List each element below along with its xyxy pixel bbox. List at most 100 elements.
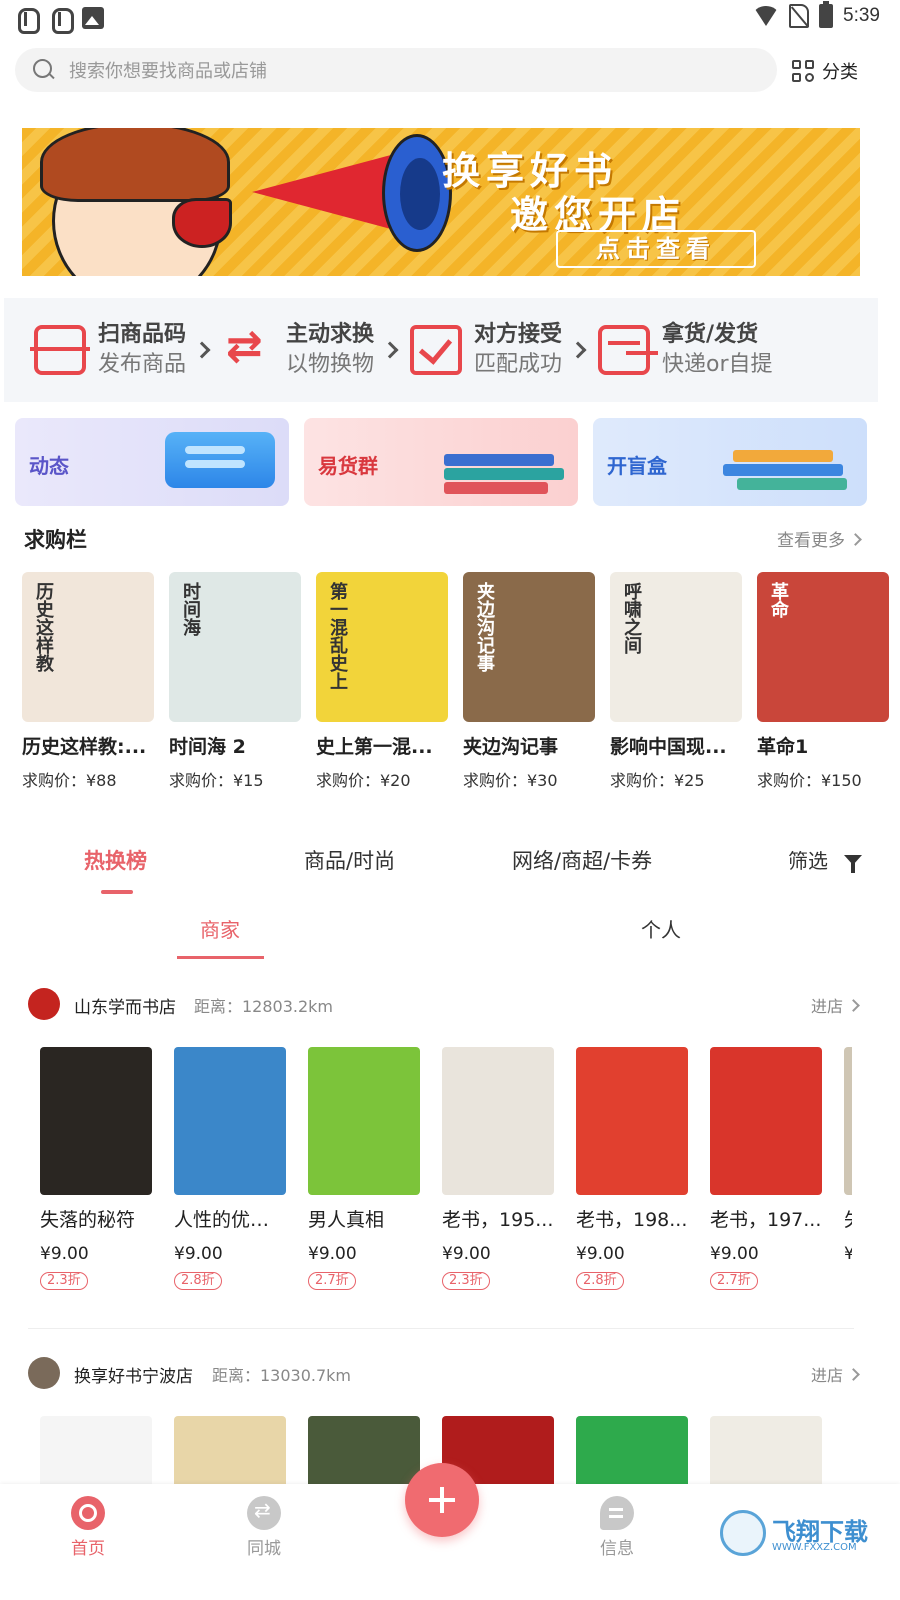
goods-item[interactable]: 老书，195... ¥9.00 2.3折: [442, 1047, 554, 1290]
enter-shop-label: 进店: [810, 1366, 843, 1385]
cover-title: 夹边沟记事: [474, 582, 495, 672]
step-title: 主动求换: [286, 322, 375, 347]
goods-item[interactable]: [174, 1416, 286, 1486]
goods-item[interactable]: 失¥: [844, 1047, 852, 1264]
enter-shop-label: 进店: [810, 997, 843, 1016]
funnel-icon: [844, 854, 862, 873]
goods-item[interactable]: 男人真相 ¥9.00 2.7折: [308, 1047, 420, 1290]
cover-title: 呼啸之间: [621, 582, 642, 654]
cover-title: 第一混乱史上: [327, 582, 348, 690]
discount-badge: 2.3折: [442, 1272, 490, 1290]
goods-cover: [308, 1047, 420, 1195]
card-label: 动态: [29, 454, 69, 478]
wanted-name: 革命1: [757, 736, 809, 758]
nav-label: 信息: [600, 1539, 634, 1559]
grid-icon: [792, 60, 814, 82]
scan-icon: [30, 325, 90, 375]
step-subtitle: 以物换物: [286, 352, 375, 377]
wanted-name: 影响中国现...: [610, 736, 727, 758]
see-more-link[interactable]: 查看更多: [777, 526, 862, 551]
tab-goods-fashion[interactable]: 商品/时尚: [304, 845, 395, 875]
nav-messages[interactable]: 信息: [577, 1496, 657, 1559]
wanted-item[interactable]: 时间海 时间海 2 求购价：¥15: [169, 572, 301, 791]
books-illustration: [713, 442, 863, 502]
search-icon: [33, 59, 55, 81]
tab-network-coupons[interactable]: 网络/商超/卡券: [512, 845, 652, 875]
divider: [28, 1328, 854, 1329]
shop-distance: 距离：13030.7km: [212, 1366, 352, 1385]
shop-header[interactable]: 山东学而书店 距离：12803.2km 进店: [28, 988, 860, 1022]
chevron-right-icon: [847, 1368, 860, 1381]
goods-cover: [174, 1416, 286, 1486]
wanted-item[interactable]: 第一混乱史上 史上第一混... 求购价：¥20: [316, 572, 448, 791]
book-cover: 第一混乱史上: [316, 572, 448, 722]
discount-badge: 2.3折: [40, 1272, 88, 1290]
wanted-price: 求购价：¥15: [169, 771, 264, 790]
status-time: 5:39: [843, 5, 880, 26]
shop-header[interactable]: 换享好书宁波店 距离：13030.7km 进店: [28, 1357, 860, 1391]
wanted-item[interactable]: 历史这样教 历史这样教:... 求购价：¥88: [22, 572, 154, 791]
goods-item[interactable]: [576, 1416, 688, 1486]
step-subtitle: 快递or自提: [662, 352, 773, 377]
wanted-item[interactable]: 呼啸之间 影响中国现... 求购价：¥25: [610, 572, 742, 791]
promo-banner[interactable]: 换享好书 邀您开店 点击查看: [22, 128, 860, 276]
subtab-personal[interactable]: 个人: [641, 914, 681, 943]
search-placeholder: 搜索你想要找商品或店铺: [69, 61, 267, 82]
image-icon: [82, 7, 104, 29]
goods-item[interactable]: 失落的秘符 ¥9.00 2.3折: [40, 1047, 152, 1290]
shop-name: 山东学而书店: [74, 998, 176, 1018]
search-input[interactable]: 搜索你想要找商品或店铺: [15, 48, 777, 92]
goods-item[interactable]: 老书，198... ¥9.00 2.8折: [576, 1047, 688, 1290]
subtab-merchant[interactable]: 商家: [200, 914, 240, 943]
wanted-price: 求购价：¥20: [316, 771, 411, 790]
discount-badge: 2.8折: [576, 1272, 624, 1290]
chevron-right-icon: [381, 341, 399, 359]
wanted-price: 求购价：¥150: [757, 771, 862, 790]
cover-title: 历史这样教: [33, 582, 54, 672]
goods-item[interactable]: 老书，197... ¥9.00 2.7折: [710, 1047, 822, 1290]
goods-price: ¥9.00: [442, 1244, 491, 1264]
home-icon: [71, 1496, 105, 1530]
card-label: 易货群: [318, 454, 378, 478]
publish-plus-button[interactable]: [405, 1463, 479, 1537]
goods-cover: [710, 1416, 822, 1486]
card-barter-group[interactable]: 易货群: [304, 418, 578, 506]
card-blind-box[interactable]: 开盲盒: [593, 418, 867, 506]
nav-city[interactable]: 同城: [224, 1496, 304, 1559]
goods-item[interactable]: [710, 1416, 822, 1486]
wanted-price: 求购价：¥88: [22, 771, 117, 790]
goods-item[interactable]: [308, 1416, 420, 1486]
category-button[interactable]: 分类: [792, 56, 858, 86]
goods-name: 男人真相: [308, 1209, 385, 1231]
goods-cover: [40, 1416, 152, 1486]
battery-icon: [819, 1, 834, 28]
filter-button[interactable]: 筛选: [788, 845, 862, 874]
check-icon: [410, 325, 463, 375]
discount-badge: 2.8折: [174, 1272, 222, 1290]
enter-shop-link[interactable]: 进店: [810, 1362, 860, 1386]
no-sim-icon: [789, 4, 810, 28]
step-title: 对方接受: [474, 322, 563, 347]
chevron-right-icon: [569, 341, 587, 359]
message-icon: [600, 1496, 634, 1530]
wanted-item[interactable]: 夹边沟记事 夹边沟记事 求购价：¥30: [463, 572, 595, 791]
bug-icon: [14, 6, 40, 34]
discount-badge: 2.7折: [308, 1272, 356, 1290]
bug-icon: [48, 6, 74, 34]
card-dynamics[interactable]: 动态: [15, 418, 289, 506]
nav-label: 同城: [247, 1539, 281, 1559]
banner-view-button[interactable]: 点击查看: [556, 230, 756, 268]
section-title: 求购栏: [24, 528, 87, 552]
step-scan: 扫商品码 发布商品: [30, 320, 186, 380]
status-bar: 5:39: [0, 0, 900, 40]
tab-hot[interactable]: 热换榜: [84, 845, 147, 875]
goods-item[interactable]: 人性的优点... ¥9.00 2.8折: [174, 1047, 286, 1290]
goods-item[interactable]: [40, 1416, 152, 1486]
goods-name: 老书，195...: [442, 1209, 554, 1231]
enter-shop-link[interactable]: 进店: [810, 993, 860, 1017]
wanted-item[interactable]: 革命 革命1 求购价：¥150: [757, 572, 889, 791]
swap-icon: [222, 321, 274, 375]
nav-home[interactable]: 首页: [48, 1496, 128, 1559]
books-illustration: [444, 448, 574, 504]
goods-cover: [710, 1047, 822, 1195]
